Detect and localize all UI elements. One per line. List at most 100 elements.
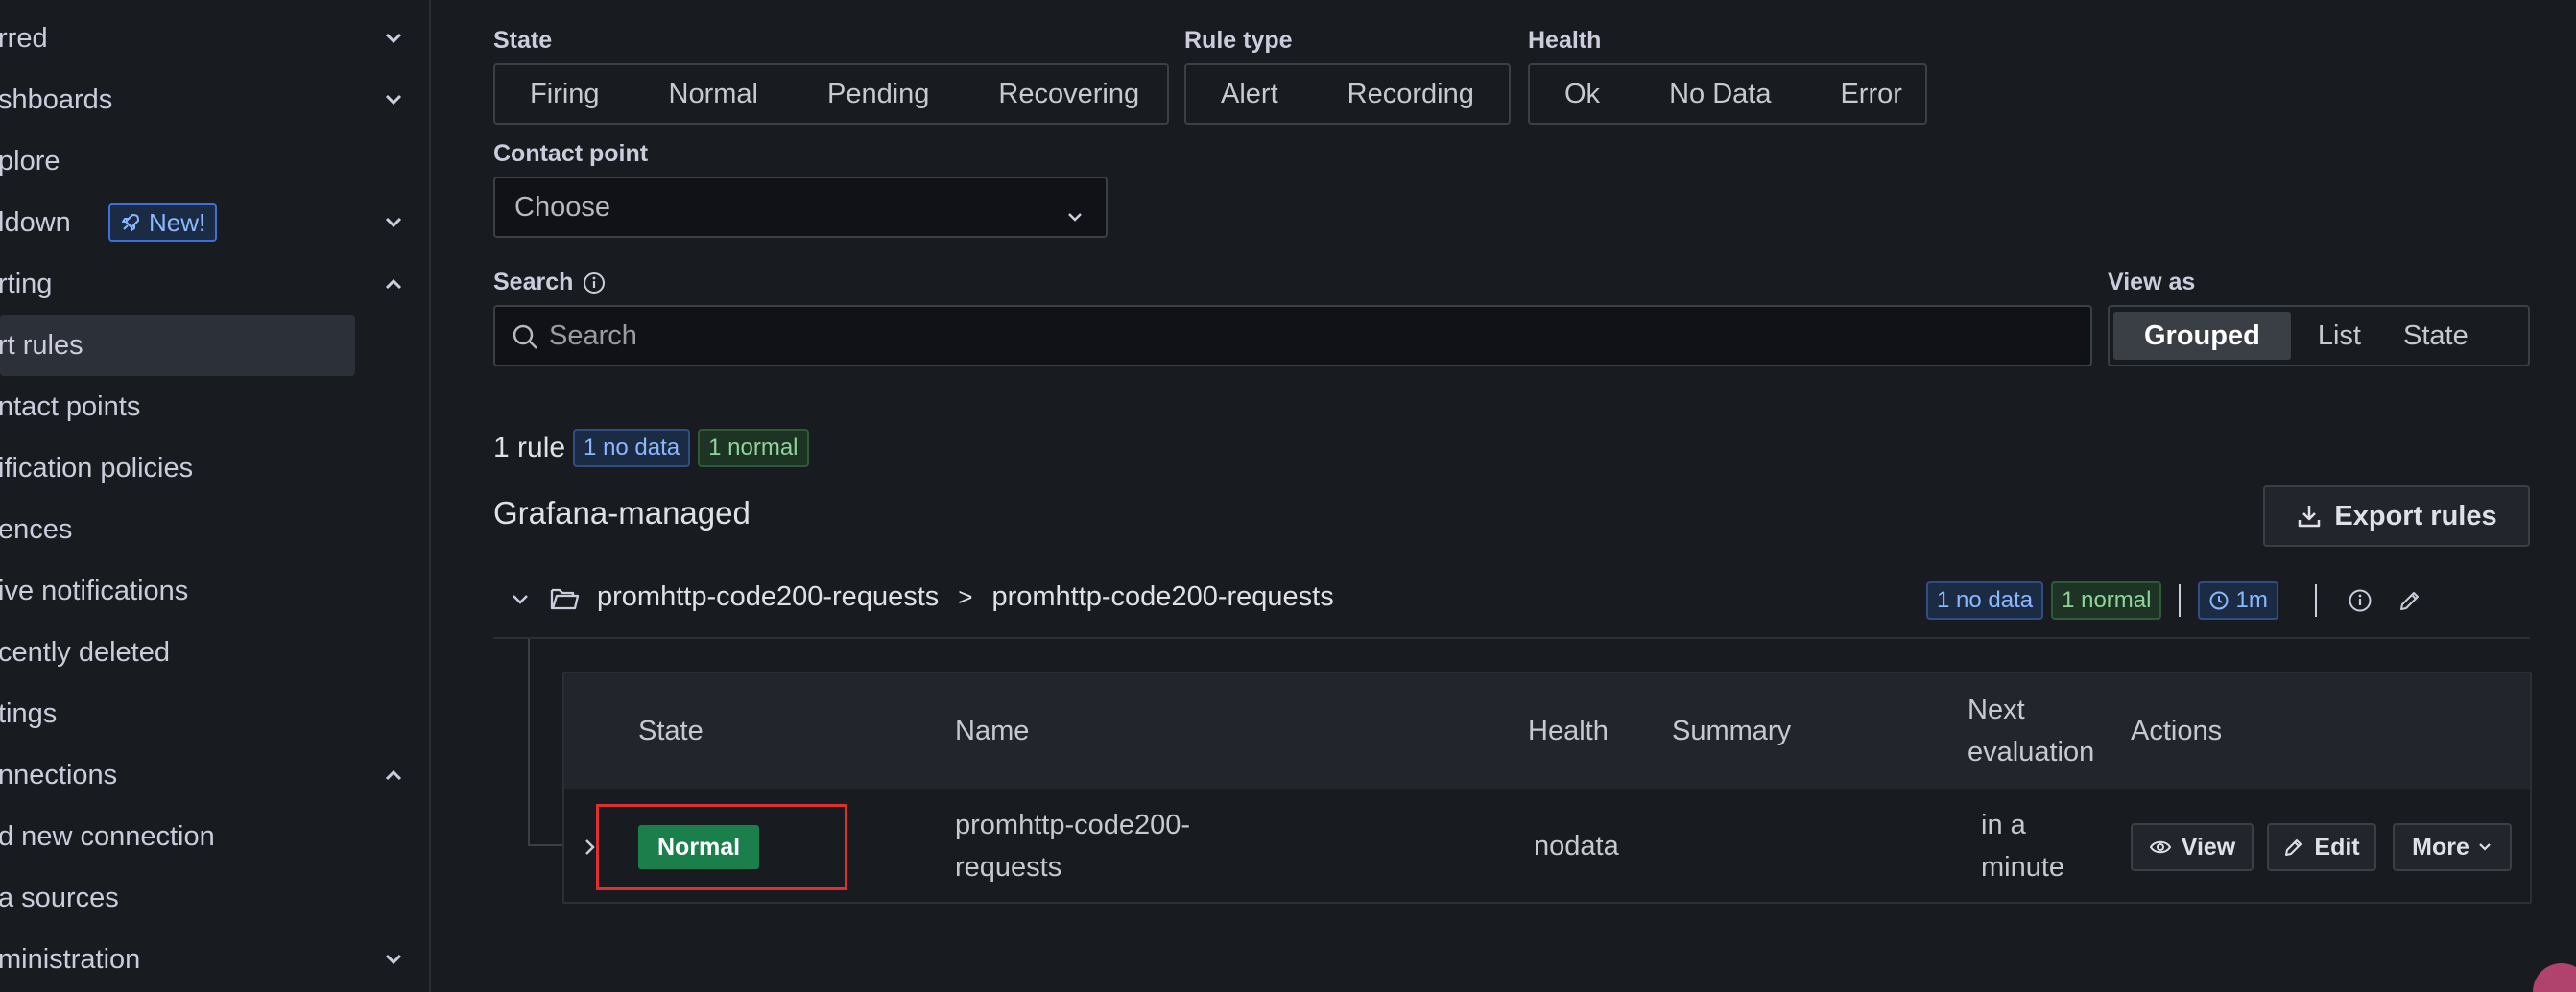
sidebar-item-label: ences	[0, 513, 73, 545]
state-filter-group: Firing Normal Pending Recovering	[493, 63, 1169, 125]
view-as-grouped[interactable]: Grouped	[2113, 312, 2291, 360]
tree-connector	[528, 639, 530, 846]
sidebar-item-add-new-connection[interactable]: d new connection	[0, 808, 413, 865]
sidebar-item-silences[interactable]: ences	[0, 501, 413, 558]
sidebar-item-explore[interactable]: plore	[0, 132, 413, 190]
new-badge: New!	[108, 203, 218, 242]
chevron-down-icon[interactable]	[510, 589, 531, 615]
clock-icon	[2209, 591, 2229, 610]
group-folder-name[interactable]: promhttp-code200-requests	[597, 581, 939, 613]
view-as-state[interactable]: State	[2384, 307, 2488, 365]
state-filter-label: State	[493, 27, 553, 54]
sidebar-item-label: ive notifications	[0, 575, 189, 606]
column-header-next-evaluation-line1[interactable]: Next	[1968, 689, 2025, 731]
view-button[interactable]: View	[2131, 823, 2254, 871]
sidebar-item-alerting[interactable]: rting	[0, 255, 413, 313]
tree-connector	[528, 844, 564, 846]
rule-name-line1[interactable]: promhttp-code200-	[955, 804, 1190, 846]
sidebar-item-connections[interactable]: nnections	[0, 746, 413, 804]
sidebar-item-dashboards[interactable]: shboards	[0, 71, 413, 129]
sidebar-item-settings[interactable]: tings	[0, 685, 413, 743]
rocket-icon	[122, 214, 139, 231]
sidebar-item-label: a sources	[0, 882, 119, 913]
nodata-count-badge: 1 no data	[573, 429, 691, 467]
info-icon[interactable]	[583, 272, 606, 295]
sidebar-item-alert-rules[interactable]: rt rules	[0, 315, 355, 376]
export-rules-label: Export rules	[2334, 500, 2497, 531]
chevron-right-icon[interactable]	[582, 837, 597, 862]
sidebar-item-label: nnections	[0, 759, 118, 791]
sidebar-item-label: d new connection	[0, 820, 215, 852]
rule-type-filter-group: Alert Recording	[1184, 63, 1511, 125]
download-icon	[2299, 506, 2321, 528]
folder-icon	[549, 584, 580, 618]
column-header-actions: Actions	[2131, 716, 2223, 746]
sidebar: rred shboards plore ldown New! rting rt …	[0, 0, 431, 992]
group-normal-badge: 1 normal	[2051, 581, 2162, 620]
sidebar-item-recently-deleted[interactable]: cently deleted	[0, 624, 413, 681]
rule-name-line2[interactable]: requests	[955, 846, 1061, 888]
sidebar-item-notification-policies[interactable]: ification policies	[0, 439, 413, 497]
chevron-down-icon[interactable]	[380, 946, 407, 973]
contact-point-select[interactable]: Choose	[493, 177, 1108, 238]
edit-button-label: Edit	[2314, 833, 2360, 861]
search-input[interactable]: Search	[493, 305, 2092, 366]
chevron-down-icon	[2479, 843, 2491, 851]
sidebar-item-label: rt rules	[0, 329, 83, 361]
column-header-summary[interactable]: Summary	[1672, 710, 1791, 752]
sidebar-item-label: shboards	[0, 83, 113, 115]
chevron-down-icon[interactable]	[380, 209, 407, 236]
export-rules-button[interactable]: Export rules	[2263, 485, 2530, 547]
chevron-up-icon[interactable]	[380, 762, 407, 789]
health-filter-no-data[interactable]: No Data	[1634, 65, 1805, 123]
group-nodata-badge: 1 no data	[1926, 581, 2044, 620]
search-label-row: Search	[493, 269, 606, 296]
group-interval-value: 1m	[2235, 587, 2268, 613]
normal-count-badge: 1 normal	[698, 429, 809, 467]
sidebar-item-label: cently deleted	[0, 636, 170, 668]
sidebar-item-label: rred	[0, 22, 48, 54]
sidebar-item-contact-points[interactable]: ntact points	[0, 378, 413, 436]
view-as-list[interactable]: List	[2295, 307, 2384, 365]
column-header-state[interactable]: State	[638, 710, 704, 752]
rule-health: nodata	[1534, 831, 1619, 862]
column-header-next-evaluation-line2[interactable]: evaluation	[1968, 731, 2094, 773]
highlight-box	[596, 804, 847, 890]
chevron-down-icon[interactable]	[380, 86, 407, 113]
more-button[interactable]: More	[2393, 823, 2512, 871]
info-icon[interactable]	[2348, 588, 2373, 613]
edit-icon[interactable]	[2397, 588, 2422, 613]
chevron-up-icon[interactable]	[380, 271, 407, 297]
state-filter-pending[interactable]: Pending	[793, 65, 964, 123]
state-filter-recovering[interactable]: Recovering	[964, 65, 1174, 123]
group-name[interactable]: promhttp-code200-requests	[991, 581, 1333, 613]
eye-icon	[2149, 840, 2171, 854]
health-filter-error[interactable]: Error	[1805, 65, 1936, 123]
sidebar-item-active-notifications[interactable]: ive notifications	[0, 562, 413, 620]
rule-type-filter-alert[interactable]: Alert	[1186, 65, 1313, 123]
view-as-group: Grouped List State	[2108, 305, 2530, 366]
health-filter-ok[interactable]: Ok	[1530, 65, 1634, 123]
rule-type-filter-recording[interactable]: Recording	[1313, 65, 1509, 123]
column-header-health[interactable]: Health	[1528, 710, 1609, 752]
new-badge-label: New!	[149, 207, 206, 237]
sidebar-item-drilldown[interactable]: ldown New!	[0, 194, 413, 251]
help-bubble[interactable]	[2533, 963, 2576, 992]
edit-button[interactable]: Edit	[2267, 823, 2376, 871]
column-header-name[interactable]: Name	[955, 710, 1029, 752]
sidebar-item-starred[interactable]: rred	[0, 10, 413, 67]
state-filter-normal[interactable]: Normal	[634, 65, 793, 123]
rules-table: State Name Health Summary Next evaluatio…	[562, 672, 2532, 904]
state-filter-firing[interactable]: Firing	[495, 65, 634, 123]
sidebar-item-label: ldown	[0, 206, 71, 238]
pencil-icon	[2285, 839, 2302, 856]
search-placeholder: Search	[549, 319, 637, 351]
group-interval-badge: 1m	[2198, 581, 2278, 620]
next-evaluation-line1: in a	[1981, 810, 2026, 840]
health-filter-group: Ok No Data Error	[1528, 63, 1927, 125]
sidebar-item-administration[interactable]: ministration	[0, 931, 413, 988]
sidebar-item-data-sources[interactable]: a sources	[0, 869, 413, 927]
section-title: Grafana-managed	[493, 495, 751, 531]
rule-type-filter-label: Rule type	[1184, 27, 1293, 54]
chevron-down-icon[interactable]	[380, 25, 407, 52]
